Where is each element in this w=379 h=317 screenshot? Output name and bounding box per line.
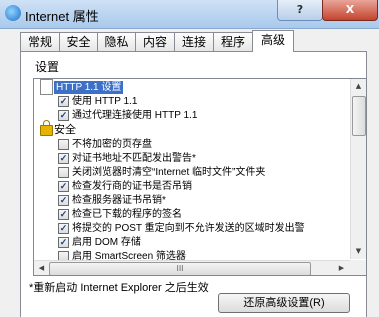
internet-explorer-icon <box>5 5 21 21</box>
lock-icon <box>40 120 53 136</box>
vertical-scrollbar[interactable]: ▲ ▼ <box>350 79 366 259</box>
scrollbar-corner <box>350 260 366 275</box>
tab-content[interactable]: 内容 <box>135 32 175 51</box>
checkbox-checked[interactable]: ✓ <box>58 209 69 220</box>
list-item-label: 检查已下载的程序的签名 <box>72 209 182 220</box>
close-button[interactable]: X <box>322 0 378 21</box>
advanced-tab-panel: 设置 HTTP 1.1 设置 ✓ 使用 HTTP 1.1 ✓ 通过代理连接使用 … <box>20 51 367 317</box>
list-item-label: 检查发行商的证书是否吊销 <box>72 181 192 192</box>
list-item-label: 通过代理连接使用 HTTP 1.1 <box>72 110 198 121</box>
group-label: 安全 <box>54 124 76 136</box>
checkbox-checked[interactable]: ✓ <box>58 237 69 248</box>
list-item-label: 不将加密的页存盘 <box>72 139 152 150</box>
horizontal-scrollbar[interactable]: ◀ III ▶ <box>34 260 350 275</box>
checkbox-unchecked[interactable] <box>58 167 69 178</box>
list-item-label: 使用 HTTP 1.1 <box>72 96 138 107</box>
list-item-label: 关闭浏览器时清空“Internet 临时文件”文件夹 <box>72 167 266 178</box>
checkbox-checked[interactable]: ✓ <box>58 223 69 234</box>
document-icon <box>40 79 53 95</box>
checkbox-checked[interactable]: ✓ <box>58 96 69 107</box>
group-label: HTTP 1.1 设置 <box>54 81 124 94</box>
list-item-label: 将提交的 POST 重定向到不允许发送的区域时发出警 <box>72 223 305 234</box>
horizontal-scroll-thumb[interactable]: III <box>49 262 311 275</box>
help-button[interactable]: ? <box>277 0 323 21</box>
checkbox-unchecked[interactable] <box>58 139 69 150</box>
restart-note: *重新启动 Internet Explorer 之后生效 <box>29 282 209 294</box>
checkbox-checked[interactable]: ✓ <box>58 110 69 121</box>
restore-advanced-settings-button[interactable]: 还原高级设置(R) <box>218 293 350 313</box>
tab-programs[interactable]: 程序 <box>213 32 253 51</box>
tab-connections[interactable]: 连接 <box>174 32 214 51</box>
checkbox-checked[interactable]: ✓ <box>58 195 69 206</box>
list-item-label: 启用 DOM 存储 <box>72 237 141 248</box>
vertical-scroll-thumb[interactable] <box>352 96 366 136</box>
list-item-label: 检查服务器证书吊销* <box>72 195 166 206</box>
settings-list[interactable]: HTTP 1.1 设置 ✓ 使用 HTTP 1.1 ✓ 通过代理连接使用 HTT… <box>33 78 367 276</box>
settings-label: 设置 <box>35 60 60 74</box>
tab-general[interactable]: 常规 <box>20 32 60 51</box>
checkbox-checked[interactable]: ✓ <box>58 153 69 164</box>
list-item-label: 对证书地址不匹配发出警告* <box>72 153 196 164</box>
tab-advanced[interactable]: 高级 <box>252 30 294 52</box>
scroll-left-arrow-icon[interactable]: ◀ <box>34 264 49 272</box>
tab-security[interactable]: 安全 <box>59 32 98 51</box>
checkbox-checked[interactable]: ✓ <box>58 181 69 192</box>
tab-privacy[interactable]: 隐私 <box>97 32 136 51</box>
scroll-right-arrow-icon[interactable]: ▶ <box>334 264 349 272</box>
internet-properties-window: Internet 属性 ? X 常规 安全 隐私 内容 连接 程序 高级 设置 … <box>0 0 379 317</box>
window-title: Internet 属性 <box>25 9 99 24</box>
scroll-up-arrow-icon[interactable]: ▲ <box>351 82 366 90</box>
scroll-down-arrow-icon[interactable]: ▼ <box>351 247 366 255</box>
title-bar: Internet 属性 ? X <box>0 0 379 29</box>
